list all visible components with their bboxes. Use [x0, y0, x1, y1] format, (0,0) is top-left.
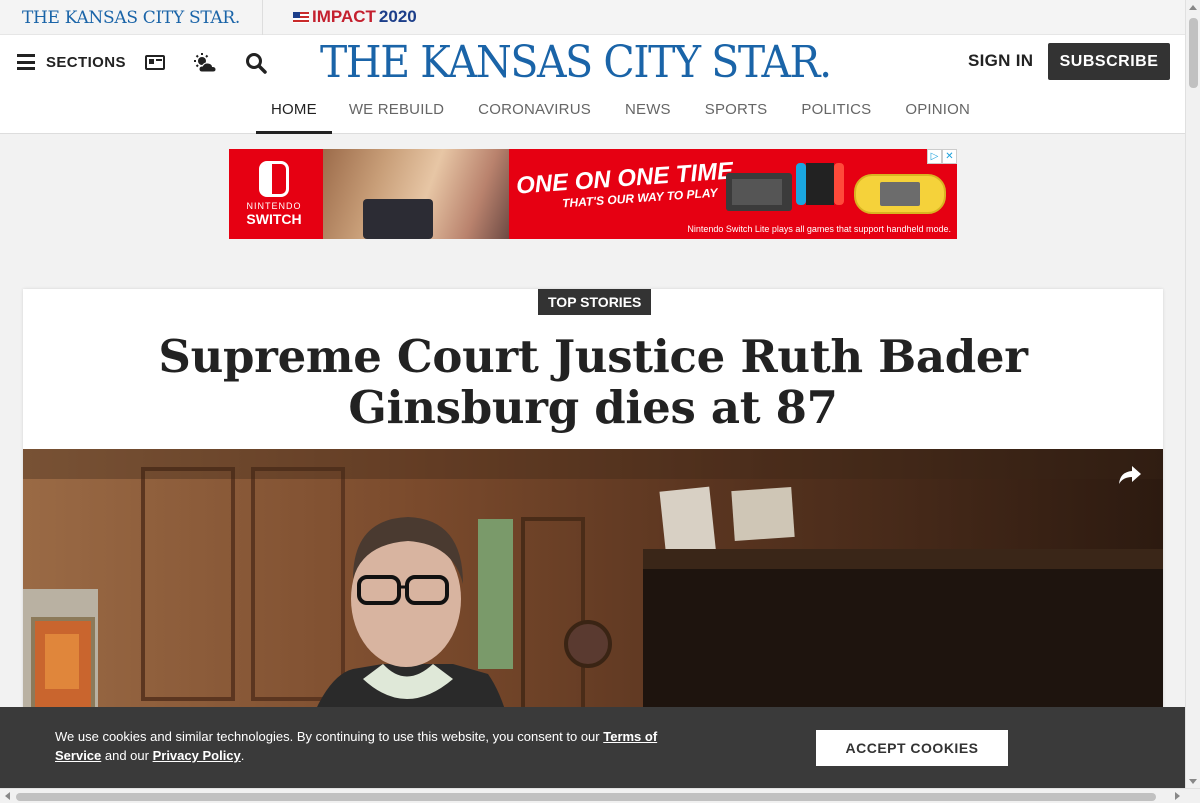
sections-button[interactable]: SECTIONS: [46, 54, 126, 71]
ad-choices-icon[interactable]: ▷: [927, 149, 942, 164]
kc-star-small-logo[interactable]: THE KANSAS CITY STAR.: [0, 0, 263, 35]
sign-in-link[interactable]: SIGN IN: [968, 51, 1033, 71]
vertical-scroll-thumb[interactable]: [1189, 18, 1198, 88]
nav-item-news[interactable]: NEWS: [608, 93, 688, 134]
hamburger-menu-icon[interactable]: [17, 54, 35, 70]
ad-fine-print: Nintendo Switch Lite plays all games tha…: [687, 224, 951, 234]
ad-brand-line1: NINTENDO: [246, 201, 302, 211]
nav-item-opinion[interactable]: OPINION: [888, 93, 987, 134]
weather-icon[interactable]: [194, 53, 218, 73]
scroll-right-arrow-icon[interactable]: [1175, 792, 1180, 800]
impact-text: IMPACT: [312, 7, 376, 26]
horizontal-scroll-thumb[interactable]: [16, 793, 1156, 801]
scroll-up-arrow-icon[interactable]: [1189, 5, 1197, 10]
top-strip: THE KANSAS CITY STAR. IMPACT 2020: [0, 0, 1185, 35]
cookie-consent-bar: We use cookies and similar technologies.…: [0, 707, 1185, 788]
impact-year: 2020: [378, 7, 417, 26]
scroll-down-arrow-icon[interactable]: [1189, 779, 1197, 784]
nav-item-politics[interactable]: POLITICS: [784, 93, 888, 134]
main-nav: HOME WE REBUILD CORONAVIRUS NEWS SPORTS …: [256, 93, 987, 134]
cookie-text-before: We use cookies and similar technologies.…: [55, 729, 604, 744]
impact-2020-logo[interactable]: IMPACT 2020: [293, 7, 417, 27]
nav-item-we-rebuild[interactable]: WE REBUILD: [332, 93, 461, 134]
search-icon[interactable]: [245, 52, 267, 74]
share-icon[interactable]: [1117, 464, 1143, 486]
us-flag-icon: [293, 11, 309, 23]
nintendo-ad-banner[interactable]: NINTENDO SWITCH ONE ON ONE TIME THAT'S O…: [229, 149, 957, 239]
small-logo-text: THE KANSAS CITY STAR.: [21, 7, 241, 28]
vertical-scrollbar[interactable]: [1185, 0, 1200, 788]
subscribe-button[interactable]: SUBSCRIBE: [1048, 43, 1170, 80]
accept-cookies-button[interactable]: ACCEPT COOKIES: [816, 730, 1008, 766]
ad-choices: ▷ ✕: [927, 149, 957, 164]
cookie-text-after: .: [240, 748, 245, 763]
scroll-left-arrow-icon[interactable]: [5, 792, 10, 800]
site-header: SECTIONS THE KANSAS CITY STAR. SIGN IN S…: [0, 35, 1185, 134]
privacy-policy-link[interactable]: Privacy Policy: [153, 748, 241, 763]
section-badge[interactable]: TOP STORIES: [538, 289, 652, 315]
ad-close-icon[interactable]: ✕: [942, 149, 957, 164]
site-logo[interactable]: THE KANSAS CITY STAR.: [320, 37, 832, 88]
nintendo-switch-logo: NINTENDO SWITCH: [243, 161, 305, 231]
switch-console-image: [726, 163, 844, 211]
nav-item-sports[interactable]: SPORTS: [688, 93, 785, 134]
ad-family-photo: [323, 149, 509, 239]
switch-logo-icon: [259, 161, 289, 197]
nav-item-coronavirus[interactable]: CORONAVIRUS: [461, 93, 608, 134]
article-headline[interactable]: Supreme Court Justice Ruth Bader Ginsbur…: [43, 331, 1143, 433]
cookie-message: We use cookies and similar technologies.…: [55, 727, 695, 765]
horizontal-scrollbar[interactable]: [0, 788, 1200, 803]
e-edition-newspaper-icon[interactable]: [145, 55, 165, 70]
switch-lite-image: [854, 174, 946, 214]
nav-item-home[interactable]: HOME: [256, 93, 332, 134]
ad-brand-line2: SWITCH: [246, 211, 302, 227]
cookie-text-middle: and our: [101, 748, 153, 763]
